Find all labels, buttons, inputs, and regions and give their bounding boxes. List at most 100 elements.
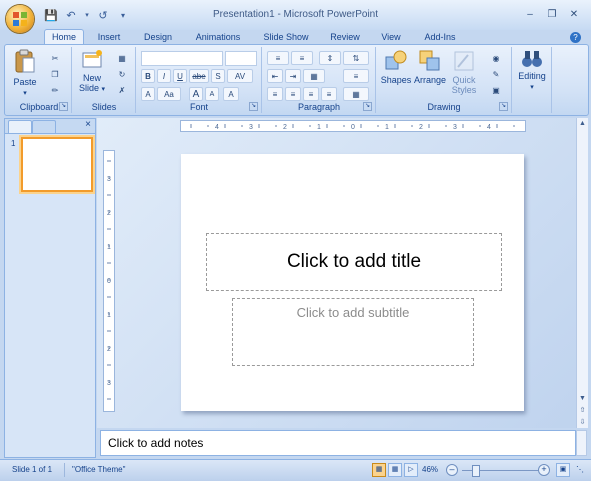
- tab-animations[interactable]: Animations: [186, 30, 250, 44]
- clear-formatting-button[interactable]: A: [223, 87, 239, 101]
- new-slide-dropdown-icon[interactable]: ▾: [102, 86, 106, 93]
- char-spacing-button[interactable]: AV: [227, 69, 253, 83]
- grow-font-button[interactable]: A: [189, 87, 203, 101]
- new-slide-button[interactable]: New Slide ▾: [75, 49, 109, 95]
- window-controls: – ❐ ✕: [519, 6, 585, 22]
- bullets-icon[interactable]: ≡: [267, 51, 289, 65]
- notes-scrollbar[interactable]: [576, 430, 587, 456]
- arrange-button[interactable]: Arrange: [413, 49, 447, 85]
- pane-close-icon[interactable]: ×: [85, 119, 91, 130]
- decrease-indent-icon[interactable]: ⇤: [267, 69, 283, 83]
- font-name-combo[interactable]: [141, 51, 223, 66]
- scroll-down-icon[interactable]: ▼: [577, 393, 588, 404]
- paste-icon: [15, 49, 35, 73]
- paste-label: Paste: [13, 77, 37, 87]
- format-painter-icon[interactable]: ✏: [47, 83, 63, 97]
- font-launcher-icon[interactable]: ↘: [249, 102, 258, 111]
- font-size-combo[interactable]: [225, 51, 257, 66]
- underline-button[interactable]: U: [173, 69, 187, 83]
- drawing-launcher-icon[interactable]: ↘: [499, 102, 508, 111]
- v-ruler-label: 0: [107, 278, 111, 285]
- quick-styles-button[interactable]: Quick Styles: [447, 49, 481, 95]
- align-right-icon[interactable]: ≡: [303, 87, 319, 101]
- horizontal-ruler: 4 3 2 1 0 1 2 3 4: [180, 120, 526, 132]
- align-left-icon[interactable]: ≡: [267, 87, 283, 101]
- slides-group-label: Slides: [91, 102, 117, 112]
- justify-icon[interactable]: ≡: [321, 87, 337, 101]
- new-slide-icon: [82, 50, 102, 68]
- slide-canvas[interactable]: Click to add title Click to add subtitle: [181, 154, 524, 411]
- shape-fill-icon[interactable]: ◉: [485, 51, 507, 65]
- tab-review[interactable]: Review: [322, 30, 368, 44]
- text-direction-icon[interactable]: ⇅: [343, 51, 369, 65]
- title-placeholder[interactable]: Click to add title: [206, 233, 502, 291]
- quick-styles-icon: [454, 51, 474, 71]
- tab-add-ins[interactable]: Add-Ins: [418, 30, 462, 44]
- h-ruler-label: 1: [385, 124, 389, 131]
- paste-button[interactable]: Paste ▾: [11, 49, 39, 99]
- quick-styles-label-2: Styles: [451, 85, 477, 95]
- paragraph-launcher-icon[interactable]: ↘: [363, 102, 372, 111]
- normal-view-icon[interactable]: ▦: [372, 463, 386, 477]
- editing-button[interactable]: Editing ▾: [515, 49, 549, 93]
- minimize-icon[interactable]: –: [519, 6, 541, 22]
- numbering-icon[interactable]: ≡: [291, 51, 313, 65]
- editing-dropdown-icon[interactable]: ▾: [530, 84, 534, 91]
- align-center-icon[interactable]: ≡: [285, 87, 301, 101]
- outline-tab-icon[interactable]: [32, 120, 56, 133]
- shadow-button[interactable]: S: [211, 69, 225, 83]
- line-spacing-icon[interactable]: ⇕: [319, 51, 341, 65]
- slide-count-status: Slide 1 of 1: [12, 465, 53, 474]
- clipboard-group: Paste ▾ ✂ ❐ ✏ Clipboard ↘: [7, 47, 72, 113]
- shapes-label: Shapes: [380, 75, 412, 85]
- tab-insert[interactable]: Insert: [90, 30, 128, 44]
- shrink-font-button[interactable]: A: [205, 87, 219, 101]
- strikethrough-button[interactable]: abe: [189, 69, 209, 83]
- slide-show-view-icon[interactable]: ▷: [404, 463, 418, 477]
- zoom-slider-thumb[interactable]: [472, 465, 480, 477]
- office-button[interactable]: [6, 5, 34, 33]
- slides-tab-icon[interactable]: [8, 120, 32, 133]
- v-ruler-label: 3: [107, 176, 111, 183]
- h-ruler-label: 4: [487, 124, 491, 131]
- restore-icon[interactable]: ❐: [541, 6, 563, 22]
- shape-outline-icon[interactable]: ✎: [485, 67, 507, 81]
- reset-slide-icon[interactable]: ↻: [113, 67, 131, 81]
- delete-slide-icon[interactable]: ✗: [113, 83, 131, 97]
- zoom-out-icon[interactable]: –: [446, 464, 458, 476]
- prev-slide-icon[interactable]: ⇧: [577, 405, 588, 416]
- notes-pane[interactable]: Click to add notes: [100, 430, 576, 456]
- tab-view[interactable]: View: [374, 30, 408, 44]
- layout-icon[interactable]: ▦: [113, 51, 131, 65]
- cut-icon[interactable]: ✂: [47, 51, 63, 65]
- tab-design[interactable]: Design: [136, 30, 180, 44]
- italic-button[interactable]: I: [157, 69, 171, 83]
- zoom-level[interactable]: 46%: [422, 465, 438, 474]
- tab-slide-show[interactable]: Slide Show: [256, 30, 316, 44]
- shapes-button[interactable]: Shapes: [379, 49, 413, 85]
- resize-grip-icon[interactable]: ⋱: [576, 465, 584, 474]
- columns-icon[interactable]: ▦: [303, 69, 325, 83]
- fit-to-window-icon[interactable]: ▣: [556, 463, 570, 477]
- clipboard-launcher-icon[interactable]: ↘: [59, 102, 68, 111]
- tab-home[interactable]: Home: [44, 29, 84, 45]
- slide-thumbnail[interactable]: [21, 137, 93, 192]
- text-highlight-icon[interactable]: A: [141, 87, 155, 101]
- change-case-button[interactable]: Aa: [157, 87, 181, 101]
- bold-button[interactable]: B: [141, 69, 155, 83]
- scroll-up-icon[interactable]: ▲: [577, 118, 588, 129]
- help-icon[interactable]: ?: [570, 32, 581, 43]
- zoom-in-icon[interactable]: +: [538, 464, 550, 476]
- slide-sorter-view-icon[interactable]: ▦: [388, 463, 402, 477]
- subtitle-placeholder[interactable]: Click to add subtitle: [232, 298, 474, 366]
- shape-effects-icon[interactable]: ▣: [485, 83, 507, 97]
- next-slide-icon[interactable]: ⇩: [577, 417, 588, 428]
- vertical-scrollbar[interactable]: ▲ ▼ ⇧ ⇩: [576, 118, 588, 428]
- align-text-icon[interactable]: ≡: [343, 69, 369, 83]
- copy-icon[interactable]: ❐: [47, 67, 63, 81]
- close-icon[interactable]: ✕: [563, 6, 585, 22]
- paste-dropdown-icon[interactable]: ▾: [23, 90, 27, 97]
- increase-indent-icon[interactable]: ⇥: [285, 69, 301, 83]
- v-ruler-label: 2: [107, 210, 111, 217]
- smartart-icon[interactable]: ▦: [343, 87, 369, 101]
